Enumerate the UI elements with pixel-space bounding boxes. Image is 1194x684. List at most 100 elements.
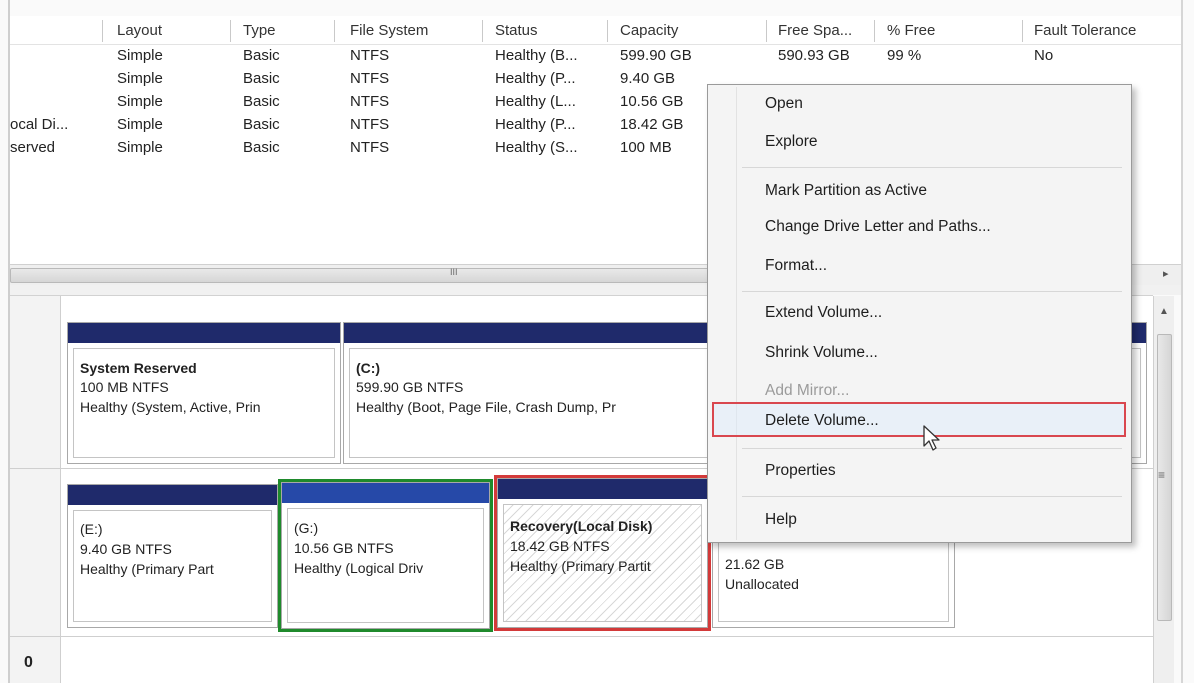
column-header-percent-free[interactable]: % Free bbox=[887, 22, 935, 39]
cell-free-space: 590.93 GB bbox=[778, 47, 850, 64]
column-header-layout[interactable]: Layout bbox=[117, 22, 162, 39]
partition-type-bar bbox=[498, 479, 707, 499]
column-separator[interactable] bbox=[874, 20, 875, 42]
column-header-file-system[interactable]: File System bbox=[350, 22, 428, 39]
menu-item-mark-active[interactable]: Mark Partition as Active bbox=[765, 182, 927, 200]
cell-file-system: NTFS bbox=[350, 139, 390, 156]
disk-row-divider bbox=[10, 636, 1153, 637]
column-separator[interactable] bbox=[766, 20, 767, 42]
cell-capacity: 100 MB bbox=[620, 139, 672, 156]
table-row[interactable]: Simple Basic NTFS Healthy (B... 599.90 G… bbox=[10, 47, 1181, 69]
partition-status: Healthy (Primary Part bbox=[80, 561, 214, 577]
cell-layout: Simple bbox=[117, 47, 163, 64]
cell-fault-tolerance: No bbox=[1034, 47, 1054, 64]
menu-item-properties[interactable]: Properties bbox=[765, 462, 836, 480]
cell-status: Healthy (P... bbox=[495, 116, 576, 133]
menu-item-open[interactable]: Open bbox=[765, 95, 803, 113]
cell-type: Basic bbox=[243, 139, 280, 156]
partition-size: 21.62 GB bbox=[725, 556, 785, 572]
cell-file-system: NTFS bbox=[350, 116, 390, 133]
menu-item-explore[interactable]: Explore bbox=[765, 133, 818, 151]
cell-type: Basic bbox=[243, 93, 280, 110]
partition-body: (G:) 10.56 GB NTFS Healthy (Logical Driv bbox=[287, 508, 484, 623]
column-separator[interactable] bbox=[230, 20, 231, 42]
menu-item-change-drive-letter[interactable]: Change Drive Letter and Paths... bbox=[765, 218, 991, 236]
scrollbar-grip: III bbox=[450, 267, 458, 277]
disk-map-vertical-scrollbar[interactable]: ▲ ≡ bbox=[1153, 296, 1174, 683]
cell-layout: Simple bbox=[117, 116, 163, 133]
cell-file-system: NTFS bbox=[350, 47, 390, 64]
partition-type-bar bbox=[282, 483, 489, 503]
column-header-status[interactable]: Status bbox=[495, 22, 538, 39]
column-separator[interactable] bbox=[607, 20, 608, 42]
column-header-free-space[interactable]: Free Spa... bbox=[778, 22, 852, 39]
context-menu: Open Explore Mark Partition as Active Ch… bbox=[707, 84, 1132, 543]
menu-separator bbox=[742, 291, 1122, 292]
cell-file-system: NTFS bbox=[350, 70, 390, 87]
partition-title: System Reserved bbox=[80, 360, 197, 376]
column-header-fault-tolerance[interactable]: Fault Tolerance bbox=[1034, 22, 1136, 39]
mouse-pointer-icon bbox=[923, 425, 940, 451]
menu-item-help[interactable]: Help bbox=[765, 511, 797, 529]
cell-layout: Simple bbox=[117, 70, 163, 87]
menu-item-add-mirror: Add Mirror... bbox=[765, 382, 850, 399]
cell-capacity: 9.40 GB bbox=[620, 70, 676, 87]
cell-capacity: 18.42 GB bbox=[620, 116, 684, 133]
cell-percent-free: 99 % bbox=[887, 47, 922, 64]
menu-separator bbox=[742, 496, 1122, 497]
partition-status: Healthy (System, Active, Prin bbox=[80, 399, 261, 415]
partition-recovery[interactable]: Recovery(Local Disk) 18.42 GB NTFS Healt… bbox=[494, 475, 711, 631]
scroll-right-arrow-icon[interactable]: ▸ bbox=[1163, 267, 1169, 280]
partition-type-bar bbox=[68, 323, 340, 343]
partition-body: (E:) 9.40 GB NTFS Healthy (Primary Part bbox=[73, 510, 272, 622]
menu-item-shrink-volume[interactable]: Shrink Volume... bbox=[765, 344, 878, 362]
menu-separator bbox=[742, 167, 1122, 168]
partition-status: Healthy (Primary Partit bbox=[510, 558, 651, 574]
scrollbar-thumb[interactable] bbox=[10, 268, 712, 283]
menu-item-extend-volume[interactable]: Extend Volume... bbox=[765, 304, 882, 322]
cell-status: Healthy (S... bbox=[495, 139, 578, 156]
cell-type: Basic bbox=[243, 47, 280, 64]
menu-icon-gutter bbox=[736, 87, 737, 540]
partition-title: (C:) bbox=[356, 360, 381, 376]
partition-e[interactable]: (E:) 9.40 GB NTFS Healthy (Primary Part bbox=[67, 484, 278, 628]
partition-g[interactable]: (G:) 10.56 GB NTFS Healthy (Logical Driv bbox=[278, 479, 493, 632]
partition-body: Recovery(Local Disk) 18.42 GB NTFS Healt… bbox=[503, 504, 702, 622]
cell-type: Basic bbox=[243, 116, 280, 133]
scroll-up-arrow-icon[interactable]: ▲ bbox=[1159, 306, 1169, 317]
partition-system-reserved[interactable]: System Reserved 100 MB NTFS Healthy (Sys… bbox=[67, 322, 341, 464]
partition-body: System Reserved 100 MB NTFS Healthy (Sys… bbox=[73, 348, 335, 458]
column-header-type[interactable]: Type bbox=[243, 22, 276, 39]
disk-number-label: 0 bbox=[24, 654, 33, 671]
partition-size: 100 MB NTFS bbox=[80, 379, 169, 395]
partition-status: Healthy (Logical Driv bbox=[294, 560, 424, 576]
partition-title: Recovery(Local Disk) bbox=[510, 518, 653, 534]
cell-layout: Simple bbox=[117, 93, 163, 110]
volume-list-header: Layout Type File System Status Capacity … bbox=[10, 16, 1181, 45]
cell-status: Healthy (B... bbox=[495, 47, 578, 64]
disk-label-column bbox=[10, 296, 61, 683]
column-separator[interactable] bbox=[334, 20, 335, 42]
column-separator[interactable] bbox=[1022, 20, 1023, 42]
column-header-capacity[interactable]: Capacity bbox=[620, 22, 678, 39]
column-separator[interactable] bbox=[482, 20, 483, 42]
cell-capacity: 10.56 GB bbox=[620, 93, 684, 110]
partition-status: Unallocated bbox=[725, 576, 799, 592]
partition-status: Healthy (Boot, Page File, Crash Dump, Pr bbox=[356, 399, 616, 415]
cell-file-system: NTFS bbox=[350, 93, 390, 110]
partition-title: (G:) bbox=[294, 520, 319, 536]
column-separator[interactable] bbox=[102, 20, 103, 42]
scrollbar-grip-icon: ≡ bbox=[1158, 468, 1166, 482]
cell-status: Healthy (P... bbox=[495, 70, 576, 87]
cell-layout: Simple bbox=[117, 139, 163, 156]
partition-size: 18.42 GB NTFS bbox=[510, 538, 610, 554]
cell-status: Healthy (L... bbox=[495, 93, 576, 110]
menu-item-delete-volume[interactable]: Delete Volume... bbox=[765, 412, 879, 430]
cell-volume: ocal Di... bbox=[10, 116, 69, 133]
partition-size: 10.56 GB NTFS bbox=[294, 540, 394, 556]
menu-item-format[interactable]: Format... bbox=[765, 257, 827, 275]
cell-volume: served bbox=[10, 139, 56, 156]
partition-type-bar bbox=[68, 485, 277, 505]
partition-title: (E:) bbox=[80, 521, 103, 537]
cell-capacity: 599.90 GB bbox=[620, 47, 692, 64]
